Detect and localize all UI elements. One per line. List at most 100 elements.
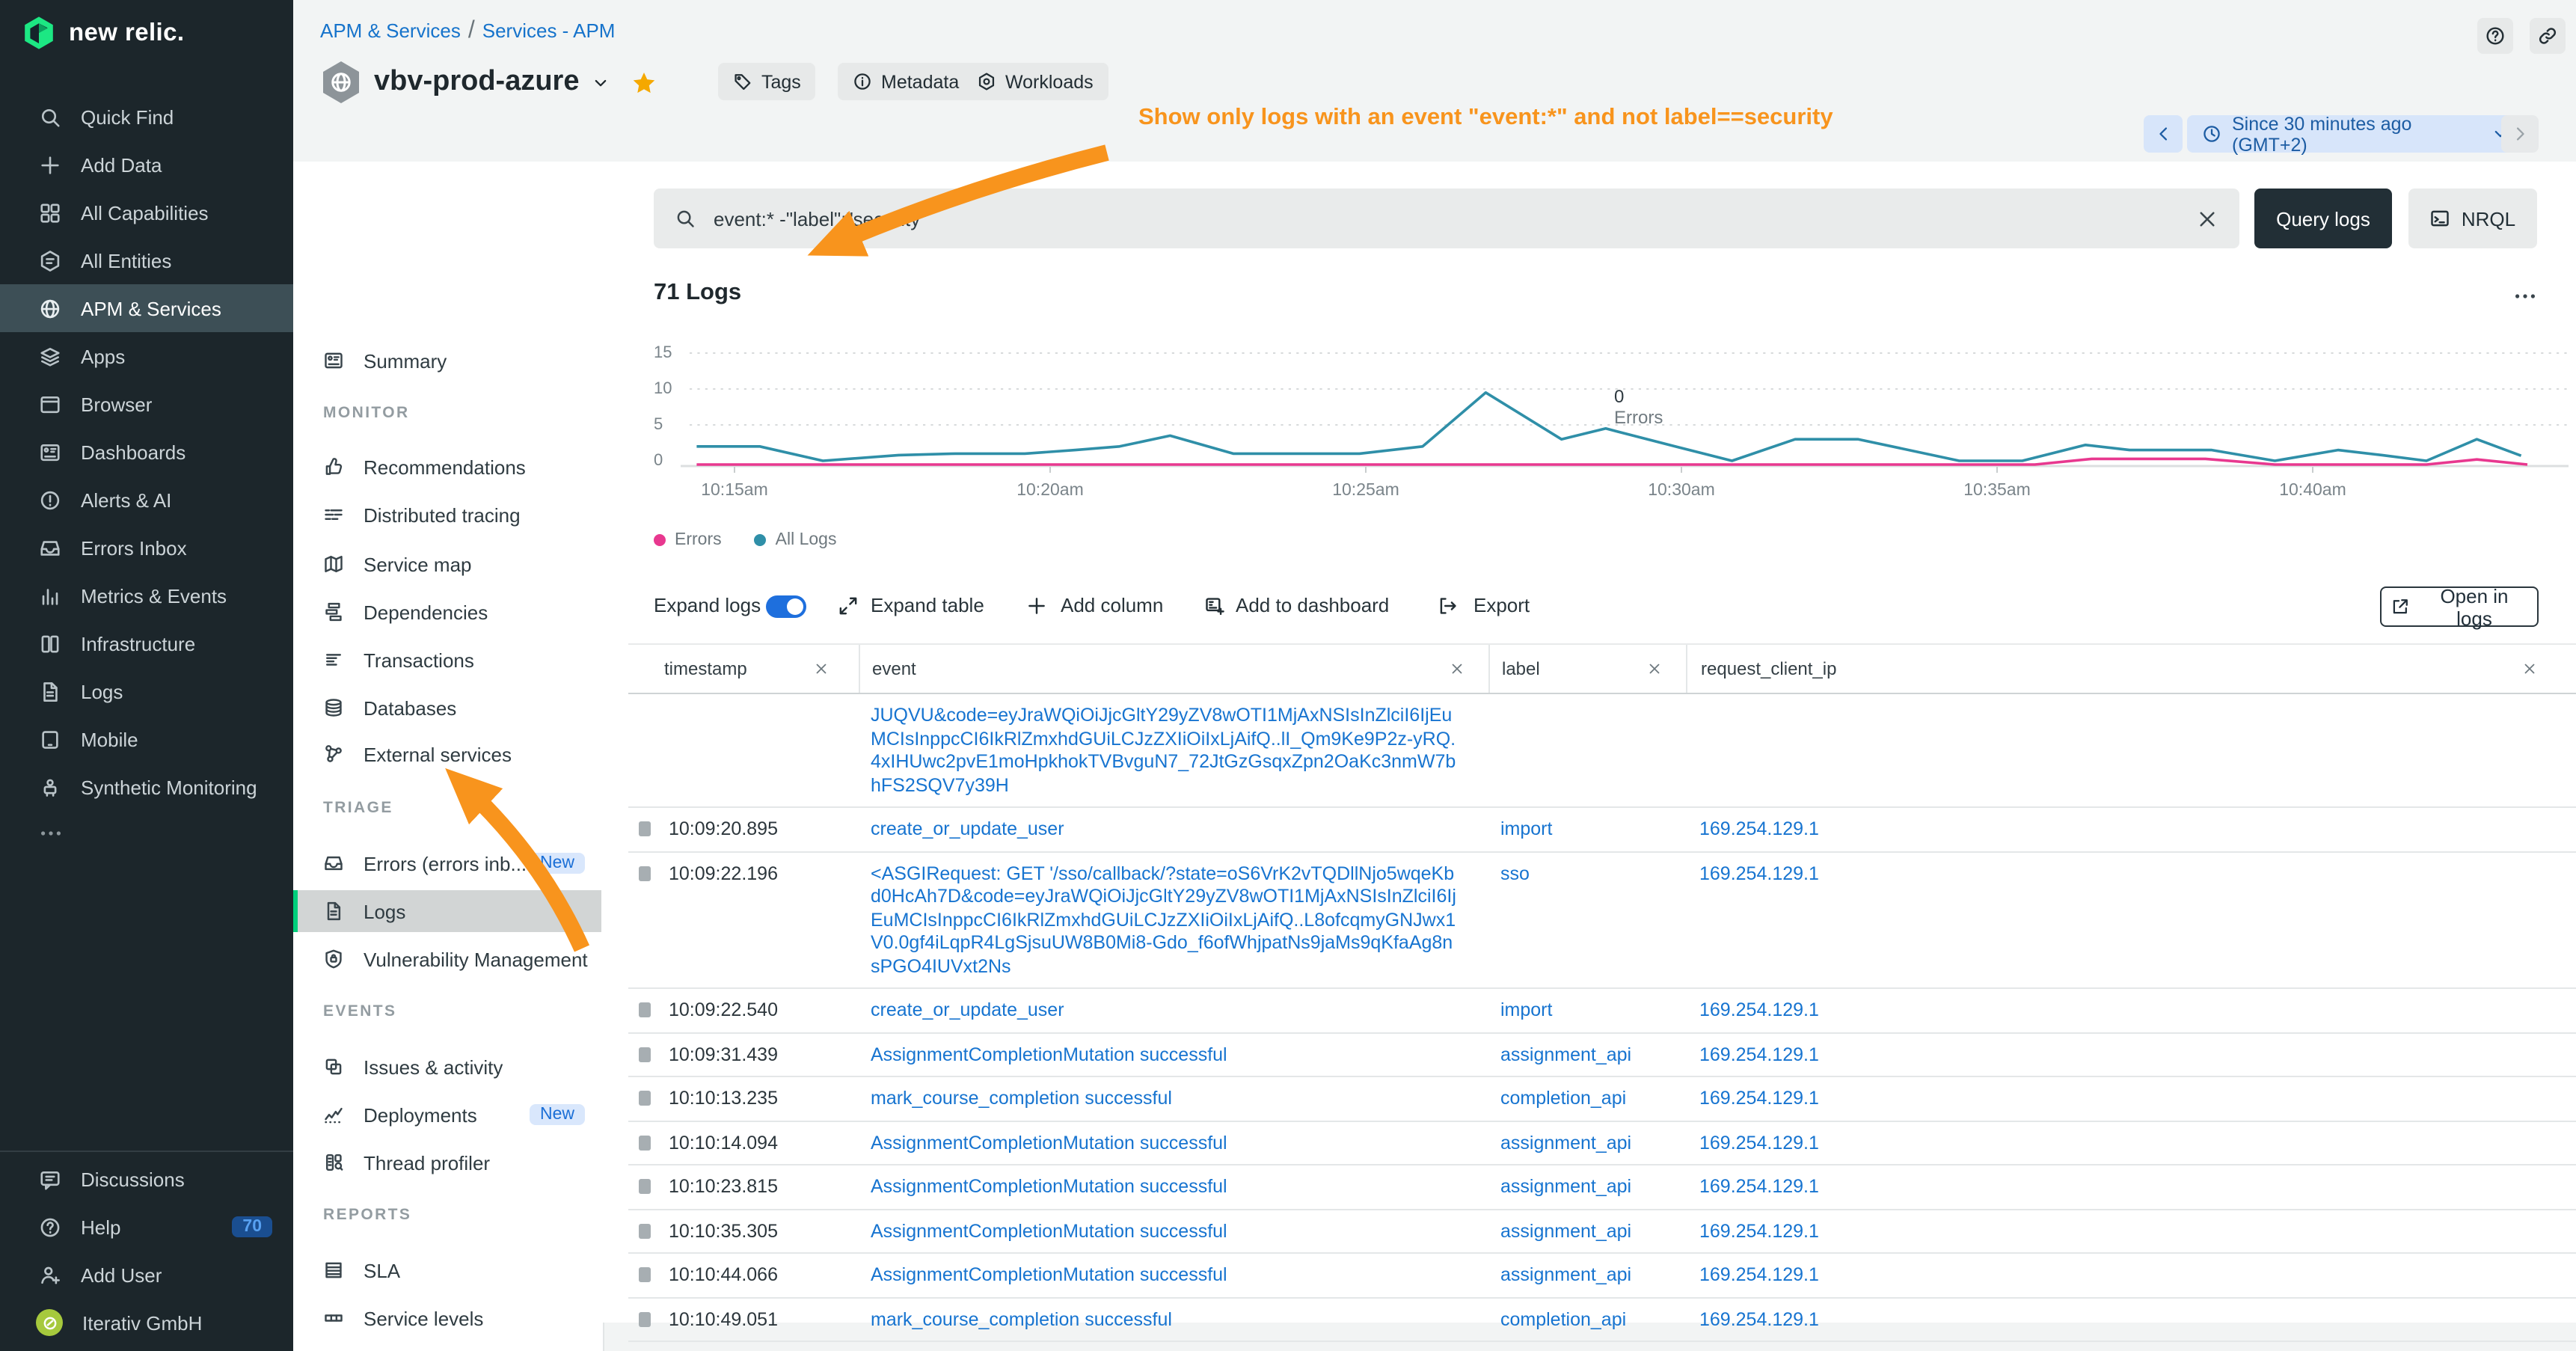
expand-table-button[interactable]: Expand table bbox=[871, 594, 984, 616]
workloads-button[interactable]: Workloads bbox=[962, 63, 1108, 100]
event-link[interactable]: <ASGIRequest: GET '/sso/callback/?state=… bbox=[871, 863, 1456, 976]
remove-column-icon[interactable] bbox=[814, 661, 829, 676]
label-link[interactable]: assignment_api bbox=[1500, 1132, 1631, 1153]
ip-link[interactable]: 169.254.129.1 bbox=[1699, 1176, 1819, 1197]
column-header-event[interactable]: event bbox=[859, 645, 1488, 693]
add-column-button[interactable]: Add column bbox=[1061, 594, 1163, 616]
sidebar-item-dashboards[interactable]: Dashboards bbox=[0, 428, 293, 476]
sidebar-item-all-capabilities[interactable]: All Capabilities bbox=[0, 189, 293, 236]
sidebar-item-apps[interactable]: Apps bbox=[0, 332, 293, 380]
subnav-vulnerability-management[interactable]: Vulnerability Management bbox=[293, 938, 601, 980]
ip-link[interactable]: 169.254.129.1 bbox=[1699, 1308, 1819, 1329]
breadcrumb-services-apm[interactable]: Services - APM bbox=[482, 19, 616, 42]
ip-link[interactable]: 169.254.129.1 bbox=[1699, 999, 1819, 1020]
table-row[interactable]: 10:11:00.311 AssignmentCompletionMutatio… bbox=[628, 1342, 2576, 1351]
query-logs-button[interactable]: Query logs bbox=[2254, 189, 2392, 248]
entity-chevron-down-icon[interactable] bbox=[592, 73, 611, 92]
ip-link[interactable]: 169.254.129.1 bbox=[1699, 1132, 1819, 1153]
nrql-button[interactable]: NRQL bbox=[2408, 189, 2537, 248]
remove-column-icon[interactable] bbox=[1450, 661, 1465, 676]
sidebar-item-infrastructure[interactable]: Infrastructure bbox=[0, 619, 293, 667]
sidebar-item-metrics-events[interactable]: Metrics & Events bbox=[0, 572, 293, 619]
export-button[interactable]: Export bbox=[1473, 594, 1530, 616]
tags-button[interactable]: Tags bbox=[718, 63, 816, 100]
subnav-logs[interactable]: Logs bbox=[293, 890, 601, 932]
ip-link[interactable]: 169.254.129.1 bbox=[1699, 818, 1819, 839]
subnav-dependencies[interactable]: Dependencies bbox=[293, 591, 601, 633]
subnav-sla[interactable]: SLA bbox=[293, 1249, 601, 1291]
event-link[interactable]: AssignmentCompletionMutation successful bbox=[871, 1176, 1227, 1197]
breadcrumb-apm-services[interactable]: APM & Services bbox=[320, 19, 461, 42]
ip-link[interactable]: 169.254.129.1 bbox=[1699, 1220, 1819, 1241]
sidebar-item-synthetic-monitoring[interactable]: Synthetic Monitoring bbox=[0, 763, 293, 811]
table-row[interactable]: 10:09:20.895 create_or_update_user impor… bbox=[628, 808, 2576, 852]
table-row[interactable]: 10:09:22.540 create_or_update_user impor… bbox=[628, 989, 2576, 1033]
table-row[interactable]: 10:10:44.066 AssignmentCompletionMutatio… bbox=[628, 1254, 2576, 1298]
column-header-request-client-ip[interactable]: request_client_ip bbox=[1686, 645, 2576, 693]
sidebar-item-mobile[interactable]: Mobile bbox=[0, 715, 293, 763]
new-relic-logo[interactable]: new relic. bbox=[21, 15, 184, 51]
label-link[interactable]: completion_api bbox=[1500, 1088, 1626, 1109]
metadata-button[interactable]: Metadata bbox=[838, 63, 974, 100]
sidebar-item-browser[interactable]: Browser bbox=[0, 380, 293, 428]
table-row[interactable]: 10:10:23.815 AssignmentCompletionMutatio… bbox=[628, 1165, 2576, 1210]
sidebar-item-discussions[interactable]: Discussions bbox=[0, 1155, 293, 1203]
time-forward-button[interactable] bbox=[2501, 115, 2539, 153]
ip-link[interactable]: 169.254.129.1 bbox=[1699, 1044, 1819, 1064]
event-link[interactable]: AssignmentCompletionMutation successful bbox=[871, 1264, 1227, 1285]
table-row[interactable]: 10:10:49.051 mark_course_completion succ… bbox=[628, 1298, 2576, 1342]
label-link[interactable]: completion_api bbox=[1500, 1308, 1626, 1329]
table-row[interactable]: JUQVU&code=eyJraWQiOiJjcGltY29yZV8wOTI1M… bbox=[628, 694, 2576, 808]
sidebar-item-all-entities[interactable]: All Entities bbox=[0, 236, 293, 284]
legend-all-logs[interactable]: All Logs bbox=[755, 531, 837, 549]
sidebar-overflow-ellipsis-icon[interactable] bbox=[39, 821, 63, 845]
subnav-databases[interactable]: Databases bbox=[293, 687, 601, 729]
event-link[interactable]: mark_course_completion successful bbox=[871, 1308, 1172, 1329]
sidebar-item-add-user[interactable]: Add User bbox=[0, 1251, 293, 1299]
subnav-recommendations[interactable]: Recommendations bbox=[293, 446, 601, 488]
sidebar-item-alerts-ai[interactable]: Alerts & AI bbox=[0, 476, 293, 524]
sidebar-item-add-data[interactable]: Add Data bbox=[0, 141, 293, 189]
add-to-dashboard-button[interactable]: Add to dashboard bbox=[1236, 594, 1389, 616]
ip-link[interactable]: 169.254.129.1 bbox=[1699, 1088, 1819, 1109]
time-picker[interactable]: Since 30 minutes ago (GMT+2) bbox=[2187, 115, 2525, 153]
log-search-input[interactable] bbox=[711, 206, 2181, 231]
subnav-external-services[interactable]: External services bbox=[293, 733, 601, 775]
remove-column-icon[interactable] bbox=[1647, 661, 1662, 676]
legend-errors[interactable]: Errors bbox=[654, 531, 722, 549]
subnav-deployments[interactable]: DeploymentsNew bbox=[293, 1094, 601, 1136]
subnav-service-map[interactable]: Service map bbox=[293, 543, 601, 585]
sidebar-item-account[interactable]: Iterativ GmbH bbox=[0, 1299, 293, 1347]
panel-menu-ellipsis-icon[interactable] bbox=[2513, 284, 2537, 308]
event-link[interactable]: create_or_update_user bbox=[871, 999, 1064, 1020]
event-link[interactable]: JUQVU&code=eyJraWQiOiJjcGltY29yZV8wOTI1M… bbox=[871, 705, 1456, 795]
subnav-issues-activity[interactable]: Issues & activity bbox=[293, 1046, 601, 1088]
ip-link[interactable]: 169.254.129.1 bbox=[1699, 1264, 1819, 1285]
subnav-errors-inbox[interactable]: Errors (errors inb...New bbox=[293, 842, 601, 884]
table-row[interactable]: 10:09:31.439 AssignmentCompletionMutatio… bbox=[628, 1033, 2576, 1077]
column-header-timestamp[interactable]: timestamp bbox=[628, 645, 859, 693]
column-header-label[interactable]: label bbox=[1488, 645, 1686, 693]
subnav-transactions[interactable]: Transactions bbox=[293, 639, 601, 681]
event-link[interactable]: create_or_update_user bbox=[871, 818, 1064, 839]
subnav-distributed-tracing[interactable]: Distributed tracing bbox=[293, 494, 601, 536]
event-link[interactable]: AssignmentCompletionMutation successful bbox=[871, 1044, 1227, 1064]
event-link[interactable]: AssignmentCompletionMutation successful bbox=[871, 1220, 1227, 1241]
table-row[interactable]: 10:10:35.305 AssignmentCompletionMutatio… bbox=[628, 1210, 2576, 1254]
label-link[interactable]: assignment_api bbox=[1500, 1264, 1631, 1285]
subnav-service-levels[interactable]: Service levels bbox=[293, 1297, 601, 1339]
expand-logs-toggle[interactable] bbox=[766, 595, 806, 618]
favorite-star-icon[interactable] bbox=[632, 70, 657, 95]
sidebar-item-logs[interactable]: Logs bbox=[0, 667, 293, 715]
sidebar-item-apm-services[interactable]: APM & Services bbox=[0, 284, 293, 332]
sidebar-item-errors-inbox[interactable]: Errors Inbox bbox=[0, 524, 293, 572]
label-link[interactable]: import bbox=[1500, 818, 1552, 839]
sidebar-item-quick-find[interactable]: Quick Find bbox=[0, 93, 293, 141]
event-link[interactable]: AssignmentCompletionMutation successful bbox=[871, 1132, 1227, 1153]
label-link[interactable]: assignment_api bbox=[1500, 1176, 1631, 1197]
clear-search-icon[interactable] bbox=[2196, 207, 2218, 230]
help-button[interactable] bbox=[2477, 18, 2513, 54]
label-link[interactable]: assignment_api bbox=[1500, 1220, 1631, 1241]
ip-link[interactable]: 169.254.129.1 bbox=[1699, 863, 1819, 883]
subnav-scalability[interactable]: Scalability bbox=[293, 1345, 601, 1351]
